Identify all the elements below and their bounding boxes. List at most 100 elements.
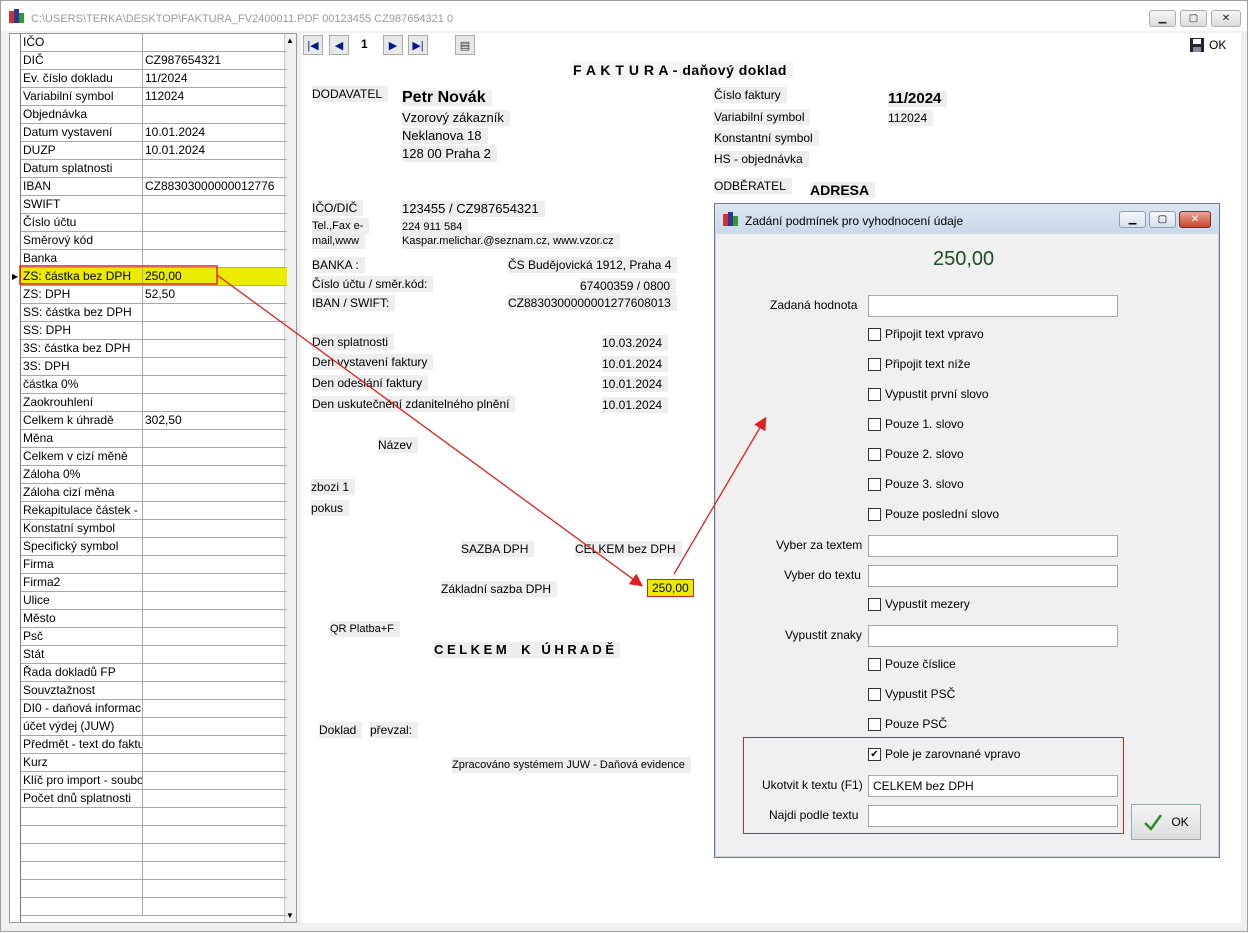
grid-cell[interactable]: [21, 808, 143, 825]
check-icon[interactable]: ✔: [868, 747, 881, 761]
option-checkbox[interactable]: Připojit text níže: [868, 357, 970, 371]
grid-field-value[interactable]: [143, 682, 287, 699]
grid-field-value[interactable]: [143, 34, 287, 51]
grid-row[interactable]: IBAN CZ88303000000012776: [21, 178, 287, 196]
checkbox-box[interactable]: [868, 357, 881, 371]
grid-row[interactable]: ZS: částka bez DPH 250,00: [21, 268, 287, 286]
grid-row[interactable]: Záloha 0%: [21, 466, 287, 484]
grid-row[interactable]: Psč: [21, 628, 287, 646]
grid-field-name[interactable]: IČO: [21, 34, 143, 51]
grid-field-value[interactable]: [143, 322, 287, 339]
grid-row[interactable]: Záloha cizí měna: [21, 484, 287, 502]
pouze-psc-checkbox[interactable]: Pouze PSČ: [868, 717, 947, 731]
grid-field-value[interactable]: [143, 610, 287, 627]
grid-field-name[interactable]: Předmět - text do faktu: [21, 736, 143, 753]
grid-field-name[interactable]: Počet dnů splatnosti: [21, 790, 143, 807]
grid-row[interactable]: Celkem v cizí měně: [21, 448, 287, 466]
dialog-minimize-button[interactable]: ▁: [1119, 211, 1146, 228]
grid-row-empty[interactable]: [21, 862, 287, 880]
grid-field-value[interactable]: [143, 214, 287, 231]
grid-field-value[interactable]: [143, 754, 287, 771]
grid-row[interactable]: Banka: [21, 250, 287, 268]
grid-field-name[interactable]: Měna: [21, 430, 143, 447]
grid-field-name[interactable]: DIČ: [21, 52, 143, 69]
field-grid[interactable]: ▲ ▼ IČO DIČ CZ987654321 Ev. číslo dokladu 11…: [9, 33, 297, 923]
next-page-button[interactable]: ▶: [383, 35, 403, 55]
ukotvit-input[interactable]: CELKEM bez DPH: [868, 775, 1118, 797]
grid-row-empty[interactable]: [21, 808, 287, 826]
grid-row[interactable]: Rekapitulace částek -: [21, 502, 287, 520]
option-checkbox[interactable]: Pouze 1. slovo: [868, 417, 964, 431]
vypustit-mezery-checkbox[interactable]: Vypustit mezery: [868, 597, 970, 611]
grid-field-value[interactable]: [143, 700, 287, 717]
grid-field-name[interactable]: Celkem v cizí měně: [21, 448, 143, 465]
grid-row[interactable]: 3S: částka bez DPH: [21, 340, 287, 358]
dialog-close-button[interactable]: ✕: [1179, 211, 1211, 228]
grid-field-name[interactable]: SS: DPH: [21, 322, 143, 339]
grid-row[interactable]: SS: DPH: [21, 322, 287, 340]
minimize-button[interactable]: ▁: [1149, 10, 1176, 27]
grid-row[interactable]: Měna: [21, 430, 287, 448]
grid-field-name[interactable]: Záloha cizí měna: [21, 484, 143, 501]
grid-row[interactable]: Směrový kód: [21, 232, 287, 250]
grid-field-value[interactable]: [143, 556, 287, 573]
grid-field-name[interactable]: Firma2: [21, 574, 143, 591]
scroll-up-icon[interactable]: ▲: [286, 36, 294, 45]
grid-field-value[interactable]: 11/2024: [143, 70, 287, 87]
grid-field-name[interactable]: Ev. číslo dokladu: [21, 70, 143, 87]
grid-field-value[interactable]: CZ987654321: [143, 52, 287, 69]
checkbox-box[interactable]: [868, 597, 881, 611]
dialog-ok-button[interactable]: OK: [1131, 804, 1201, 840]
grid-row[interactable]: IČO: [21, 34, 287, 52]
checkbox-box[interactable]: [868, 477, 881, 491]
grid-field-value[interactable]: [143, 340, 287, 357]
grid-row[interactable]: částka 0%: [21, 376, 287, 394]
grid-field-value[interactable]: [143, 394, 287, 411]
grid-field-value[interactable]: [143, 160, 287, 177]
najdi-input[interactable]: [868, 805, 1118, 827]
grid-cell[interactable]: [143, 826, 287, 843]
grid-field-value[interactable]: 10.01.2024: [143, 124, 287, 141]
grid-row[interactable]: Firma: [21, 556, 287, 574]
grid-cell[interactable]: [143, 862, 287, 879]
checkbox-box[interactable]: [868, 717, 881, 731]
grid-row[interactable]: Celkem k úhradě 302,50: [21, 412, 287, 430]
grid-field-value[interactable]: [143, 304, 287, 321]
top-ok-button[interactable]: OK: [1189, 35, 1237, 55]
grid-field-name[interactable]: Směrový kód: [21, 232, 143, 249]
grid-field-name[interactable]: Ulice: [21, 592, 143, 609]
properties-icon[interactable]: ▤: [455, 35, 475, 55]
grid-field-name[interactable]: Město: [21, 610, 143, 627]
grid-row[interactable]: Objednávka: [21, 106, 287, 124]
grid-cell[interactable]: [143, 898, 287, 915]
grid-field-name[interactable]: Variabilní symbol: [21, 88, 143, 105]
grid-field-value[interactable]: [143, 196, 287, 213]
grid-field-value[interactable]: [143, 520, 287, 537]
grid-field-name[interactable]: Datum vystavení: [21, 124, 143, 141]
vypustit-psc-checkbox[interactable]: Vypustit PSČ: [868, 687, 955, 701]
vyber-do-input[interactable]: [868, 565, 1118, 587]
grid-field-name[interactable]: SS: částka bez DPH: [21, 304, 143, 321]
grid-field-name[interactable]: Firma: [21, 556, 143, 573]
checkbox-box[interactable]: [868, 327, 881, 341]
grid-field-value[interactable]: [143, 718, 287, 735]
grid-field-value[interactable]: [143, 358, 287, 375]
grid-field-value[interactable]: [143, 502, 287, 519]
grid-field-name[interactable]: Psč: [21, 628, 143, 645]
grid-row[interactable]: DI0 - daňová informac: [21, 700, 287, 718]
grid-row[interactable]: Specifický symbol: [21, 538, 287, 556]
dialog-maximize-button[interactable]: ▢: [1149, 211, 1176, 228]
grid-field-value[interactable]: [143, 106, 287, 123]
prev-page-button[interactable]: ◀: [329, 35, 349, 55]
grid-field-value[interactable]: 250,00: [143, 268, 287, 285]
grid-field-name[interactable]: Banka: [21, 250, 143, 267]
grid-field-name[interactable]: Rekapitulace částek -: [21, 502, 143, 519]
checkbox-box[interactable]: [868, 657, 881, 671]
grid-field-name[interactable]: 3S: částka bez DPH: [21, 340, 143, 357]
pouze-cislice-checkbox[interactable]: Pouze číslice: [868, 657, 956, 671]
grid-row-empty[interactable]: [21, 844, 287, 862]
checkbox-box[interactable]: [868, 387, 881, 401]
grid-row[interactable]: Číslo účtu: [21, 214, 287, 232]
grid-row[interactable]: DIČ CZ987654321: [21, 52, 287, 70]
grid-row[interactable]: DUZP 10.01.2024: [21, 142, 287, 160]
